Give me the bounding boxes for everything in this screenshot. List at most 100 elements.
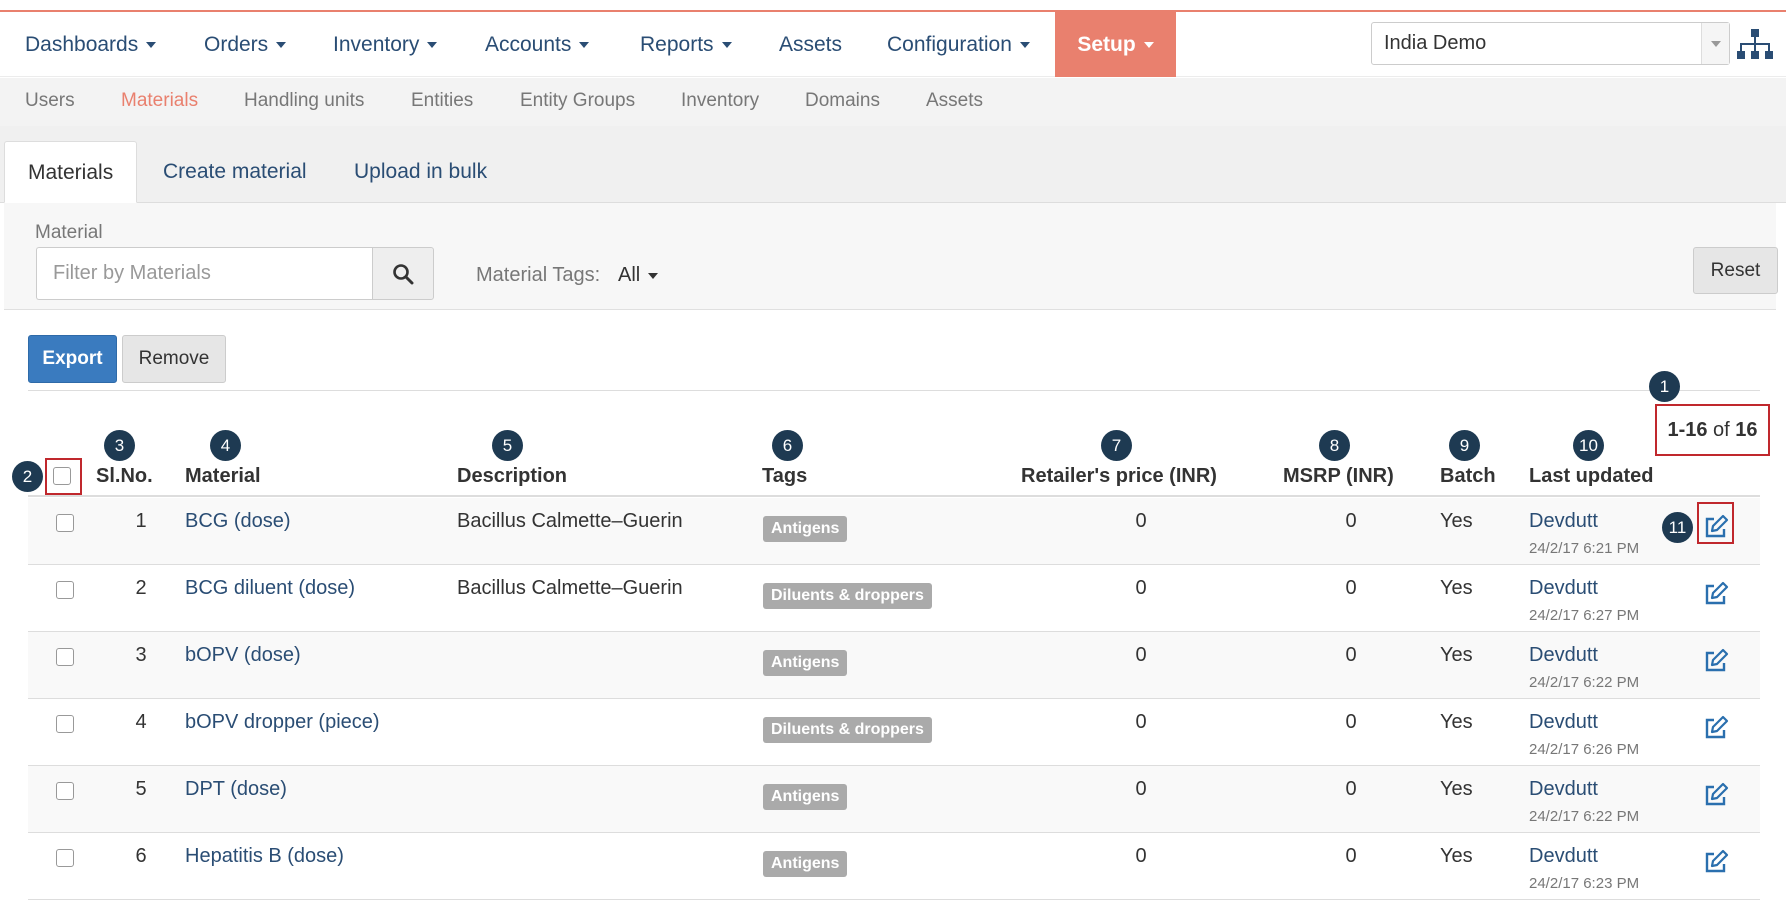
row-description: Bacillus Calmette–Guerin bbox=[457, 510, 683, 532]
row-slno: 4 bbox=[135, 711, 147, 733]
row-material-link[interactable]: BCG diluent (dose) bbox=[185, 577, 355, 600]
nav-dashboards[interactable]: Dashboards bbox=[25, 12, 157, 77]
reset-button[interactable]: Reset bbox=[1693, 247, 1778, 294]
row-updated-by-link[interactable]: Devdutt bbox=[1529, 711, 1598, 734]
row-msrp: 0 bbox=[1345, 845, 1357, 867]
material-tags-dropdown[interactable]: All bbox=[618, 264, 659, 287]
row-updated-by-link[interactable]: Devdutt bbox=[1529, 845, 1598, 868]
row-retailers-price: 0 bbox=[1135, 577, 1147, 599]
nav-reports-label: Reports bbox=[640, 33, 714, 56]
edit-icon[interactable] bbox=[1703, 581, 1729, 607]
caret-down-icon bbox=[721, 42, 732, 49]
table-row: 2 BCG diluent (dose) Bacillus Calmette–G… bbox=[28, 565, 1760, 632]
tab-materials[interactable]: Materials bbox=[4, 141, 138, 203]
row-batch: Yes bbox=[1440, 577, 1473, 599]
nav-setup-label: Setup bbox=[1077, 33, 1136, 56]
material-tags-label: Material Tags: bbox=[476, 264, 601, 286]
sitemap-icon[interactable] bbox=[1737, 28, 1773, 60]
row-checkbox[interactable] bbox=[56, 849, 74, 867]
row-checkbox[interactable] bbox=[56, 715, 74, 733]
nav-assets-label: Assets bbox=[779, 33, 843, 56]
row-updated-time: 24/2/17 6:23 PM bbox=[1529, 875, 1640, 892]
row-checkbox[interactable] bbox=[56, 581, 74, 599]
row-material-link[interactable]: Hepatitis B (dose) bbox=[185, 845, 344, 868]
subnav-inventory[interactable]: Inventory bbox=[681, 78, 759, 124]
tabs-bar: Materials Create material Upload in bulk bbox=[0, 126, 1786, 203]
tab-upload-in-bulk[interactable]: Upload in bulk bbox=[354, 141, 487, 203]
row-msrp: 0 bbox=[1345, 510, 1357, 532]
row-retailers-price: 0 bbox=[1135, 778, 1147, 800]
row-tag: Antigens bbox=[763, 784, 848, 810]
subnav-assets[interactable]: Assets bbox=[926, 78, 983, 124]
annotation-badge-8: 8 bbox=[1319, 430, 1350, 461]
annotation-badge-3: 3 bbox=[104, 430, 135, 461]
table-row: 5 DPT (dose) Antigens 0 0 Yes Devdutt 24… bbox=[28, 766, 1760, 833]
edit-icon[interactable] bbox=[1703, 715, 1729, 741]
row-checkbox[interactable] bbox=[56, 648, 74, 666]
row-material-link[interactable]: DPT (dose) bbox=[185, 778, 287, 801]
subnav-entities[interactable]: Entities bbox=[411, 78, 473, 124]
row-checkbox[interactable] bbox=[56, 514, 74, 532]
subnav-entity-groups[interactable]: Entity Groups bbox=[520, 78, 635, 124]
row-updated-by-link[interactable]: Devdutt bbox=[1529, 577, 1598, 600]
nav-orders[interactable]: Orders bbox=[204, 12, 287, 77]
table-header: Sl.No. Material Description Tags Retaile… bbox=[28, 454, 1760, 497]
row-slno: 2 bbox=[135, 577, 147, 599]
subnav-materials[interactable]: Materials bbox=[121, 78, 198, 124]
edit-icon-highlight bbox=[1697, 502, 1734, 544]
select-all-highlight bbox=[45, 458, 82, 495]
search-button[interactable] bbox=[372, 247, 434, 300]
subnav-users[interactable]: Users bbox=[25, 78, 75, 124]
row-retailers-price: 0 bbox=[1135, 845, 1147, 867]
row-slno: 1 bbox=[135, 510, 147, 532]
row-batch: Yes bbox=[1440, 510, 1473, 532]
row-batch: Yes bbox=[1440, 711, 1473, 733]
nav-reports[interactable]: Reports bbox=[640, 12, 732, 77]
remove-button[interactable]: Remove bbox=[122, 335, 226, 383]
nav-configuration[interactable]: Configuration bbox=[887, 12, 1030, 77]
sub-nav: Users Materials Handling units Entities … bbox=[0, 78, 1786, 126]
domain-select-value: India Demo bbox=[1384, 32, 1487, 54]
header-tags: Tags bbox=[762, 465, 808, 487]
domain-select[interactable]: India Demo bbox=[1371, 22, 1730, 65]
row-material-link[interactable]: bOPV dropper (piece) bbox=[185, 711, 380, 734]
edit-icon[interactable] bbox=[1703, 849, 1729, 875]
row-updated-by-link[interactable]: Devdutt bbox=[1529, 778, 1598, 801]
caret-down-icon bbox=[146, 42, 157, 49]
edit-icon[interactable] bbox=[1703, 648, 1729, 674]
row-msrp: 0 bbox=[1345, 577, 1357, 599]
subnav-handling-units[interactable]: Handling units bbox=[244, 78, 364, 124]
annotation-badge-10: 10 bbox=[1573, 430, 1604, 461]
row-updated-by-link[interactable]: Devdutt bbox=[1529, 644, 1598, 667]
row-updated-by-link[interactable]: Devdutt bbox=[1529, 510, 1598, 533]
annotation-badge-2: 2 bbox=[12, 461, 43, 492]
annotation-badge-4: 4 bbox=[210, 430, 241, 461]
header-msrp: MSRP (INR) bbox=[1283, 465, 1394, 487]
row-tag: Antigens bbox=[763, 851, 848, 877]
subnav-domains[interactable]: Domains bbox=[805, 78, 880, 124]
nav-accounts-label: Accounts bbox=[485, 33, 572, 56]
annotation-badge-6: 6 bbox=[772, 430, 803, 461]
tab-create-material[interactable]: Create material bbox=[163, 141, 307, 203]
row-retailers-price: 0 bbox=[1135, 711, 1147, 733]
row-material-link[interactable]: bOPV (dose) bbox=[185, 644, 301, 667]
dropdown-arrow-icon bbox=[1711, 41, 1721, 47]
annotation-badge-11: 11 bbox=[1662, 512, 1693, 543]
nav-inventory[interactable]: Inventory bbox=[333, 12, 438, 77]
nav-accounts[interactable]: Accounts bbox=[485, 12, 590, 77]
row-slno: 5 bbox=[135, 778, 147, 800]
pagination-info: 1-16 of 16 bbox=[1655, 404, 1770, 456]
export-button[interactable]: Export bbox=[28, 335, 117, 383]
nav-configuration-label: Configuration bbox=[887, 33, 1012, 56]
row-msrp: 0 bbox=[1345, 778, 1357, 800]
row-material-link[interactable]: BCG (dose) bbox=[185, 510, 291, 533]
material-filter-input[interactable] bbox=[36, 247, 372, 300]
row-checkbox[interactable] bbox=[56, 782, 74, 800]
filter-panel: Material Material Tags: All Reset bbox=[4, 203, 1778, 310]
nav-setup[interactable]: Setup bbox=[1055, 12, 1176, 77]
table-row: 3 bOPV (dose) Antigens 0 0 Yes Devdutt 2… bbox=[28, 632, 1760, 699]
edit-icon[interactable] bbox=[1703, 782, 1729, 808]
domain-select-arrow[interactable] bbox=[1701, 23, 1729, 64]
nav-assets[interactable]: Assets bbox=[779, 12, 842, 77]
row-retailers-price: 0 bbox=[1135, 510, 1147, 532]
